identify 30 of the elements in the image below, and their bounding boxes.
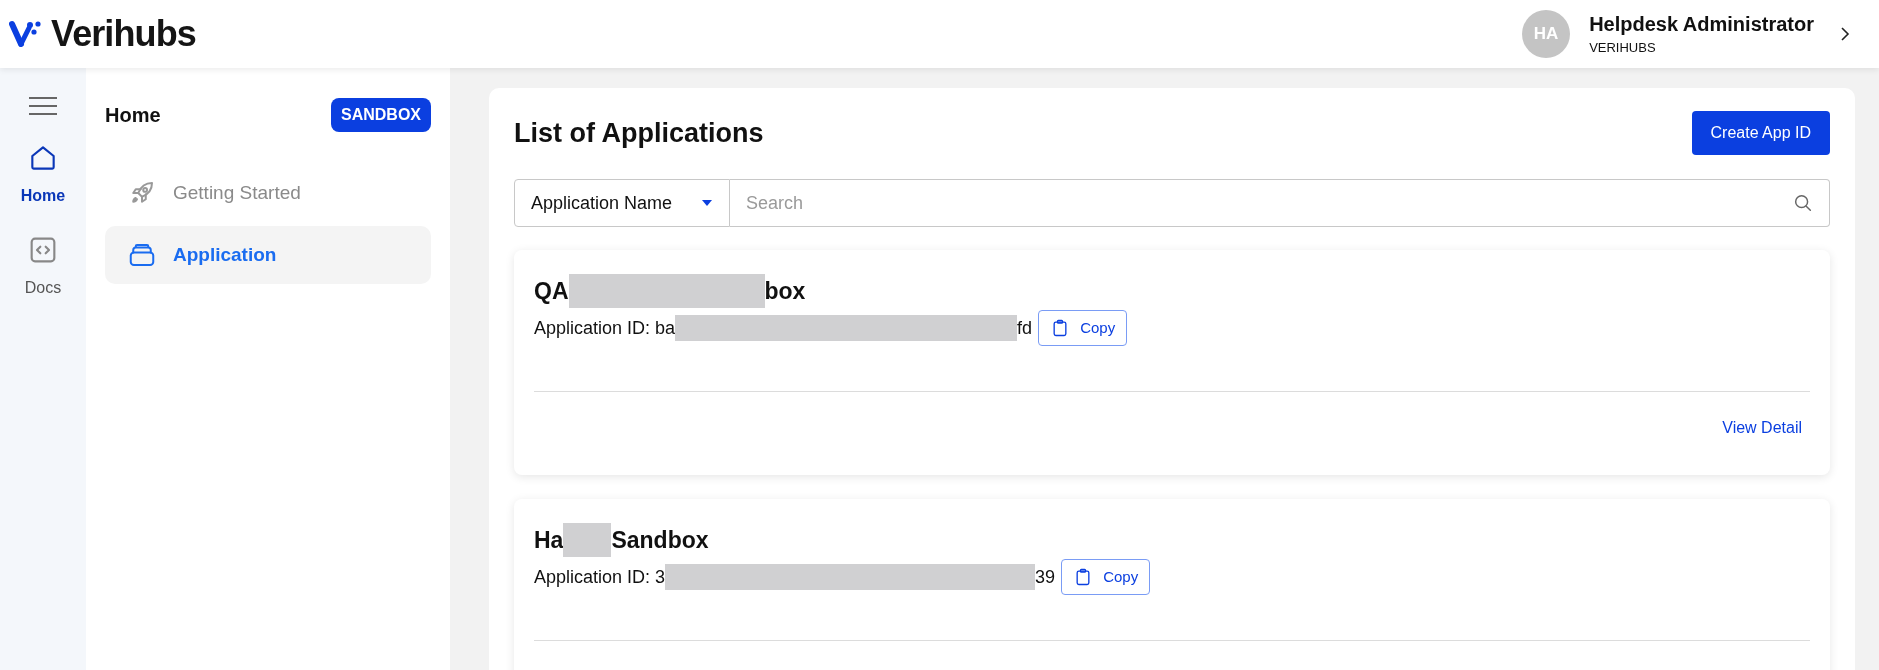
application-id: Application ID: 3: [534, 565, 666, 589]
redaction-block: [563, 523, 612, 557]
logo-text: Verihubs: [51, 12, 196, 56]
user-name: Helpdesk Administrator: [1589, 12, 1814, 37]
application-id: fd: [1017, 316, 1033, 340]
application-name: Ha: [534, 526, 564, 555]
sidebar-item[interactable]: Application: [105, 226, 431, 284]
application-name: box: [764, 277, 806, 306]
logo-icon: [9, 20, 41, 48]
search-icon: [1792, 192, 1814, 214]
user-avatar: HA: [1522, 10, 1571, 58]
application-id: 39: [1035, 565, 1056, 589]
rail-tab[interactable]: Docs: [24, 234, 62, 300]
sandbox-badge: SANDBOX: [331, 98, 431, 132]
page-title: List of Applications: [514, 116, 764, 150]
rail-tab[interactable]: Home: [20, 142, 66, 208]
view-detail-link[interactable]: View Detail: [1722, 416, 1802, 440]
caret-icon: [701, 199, 713, 207]
chevron-right-icon[interactable]: [1840, 26, 1850, 42]
application-id: Application ID: ba: [534, 316, 676, 340]
filter-dropdown[interactable]: Application Name: [514, 179, 730, 227]
search-field[interactable]: Search: [730, 179, 1830, 227]
user-organization: VERIHUBS: [1589, 39, 1657, 57]
sidebar-title: Home: [105, 103, 161, 128]
copy-button[interactable]: Copy: [1061, 559, 1151, 595]
create-app-id-button[interactable]: Create App ID: [1691, 111, 1830, 155]
copy-button[interactable]: Copy: [1038, 310, 1128, 346]
application-name: QA: [534, 277, 569, 306]
application-name: Sandbox: [611, 526, 709, 555]
menu-icon[interactable]: [28, 96, 58, 116]
